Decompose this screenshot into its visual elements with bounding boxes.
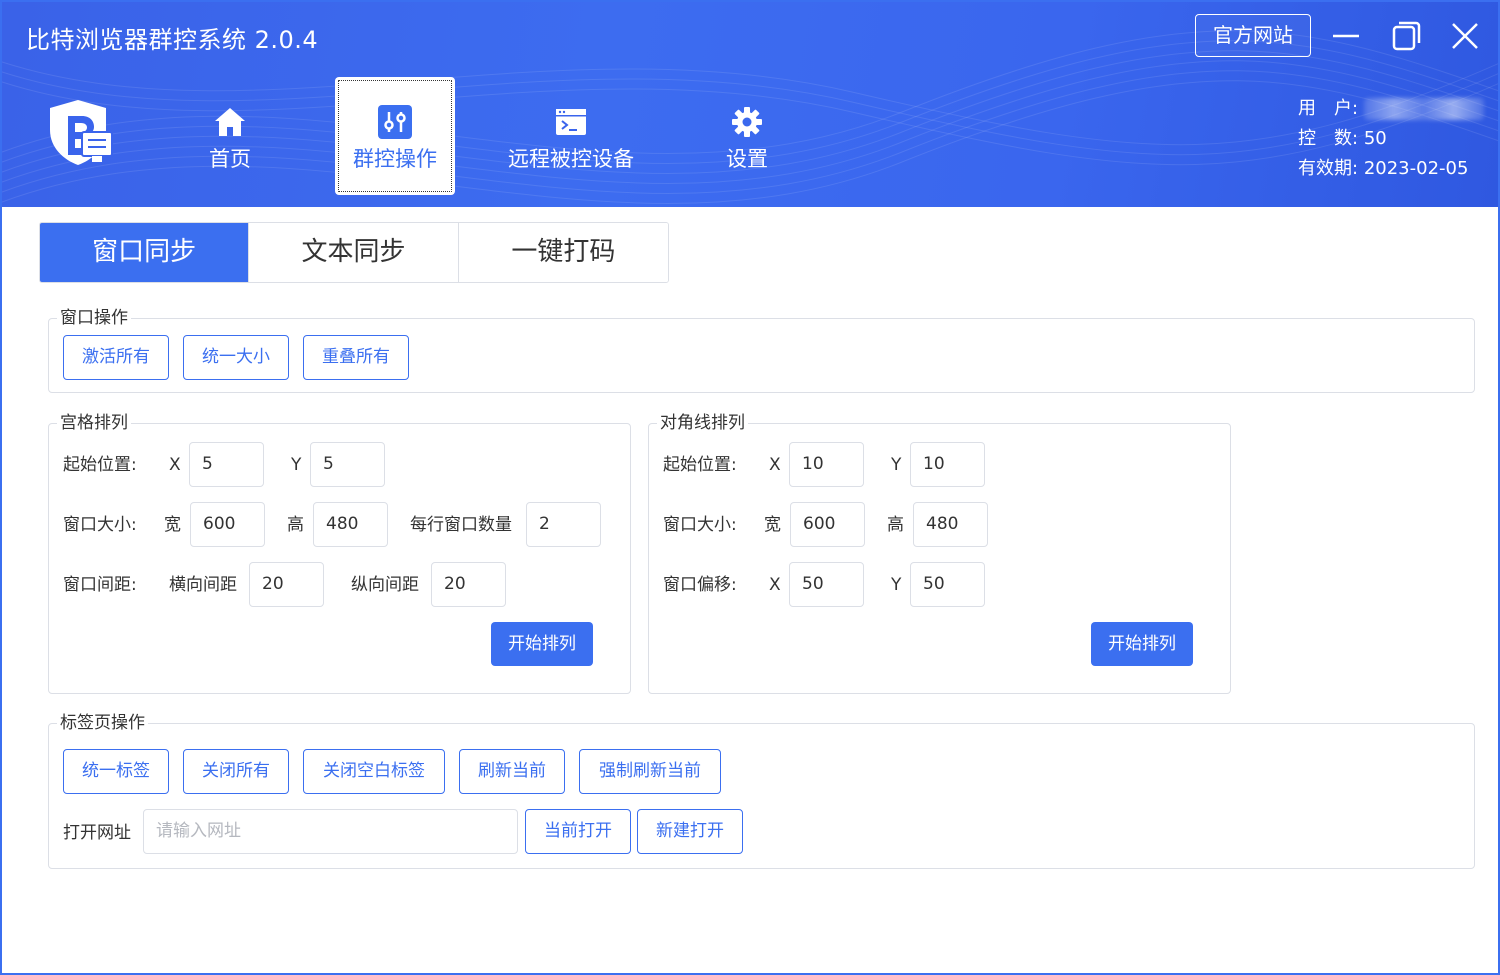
app-window: 比特浏览器群控系统 2.0.4 官方网站 首页 群控操作 远程被控设备 设置 用…	[0, 0, 1500, 975]
nav-group-control[interactable]: 群控操作	[335, 77, 455, 195]
overlap-all-button[interactable]: 重叠所有	[303, 335, 409, 380]
tab-window-sync[interactable]: 窗口同步	[40, 223, 250, 282]
user-info: 用 户: 控 数: 50 有效期: 2023-02-05	[1298, 94, 1484, 184]
grid-y-label: Y	[291, 455, 302, 475]
nav-group-control-label: 群控操作	[353, 147, 437, 171]
sliders-icon	[378, 105, 412, 139]
grid-height-label: 高	[287, 515, 304, 535]
diag-start-x-input[interactable]: 10	[789, 442, 864, 487]
diag-offset-y-label: Y	[891, 575, 902, 595]
grid-size-label: 窗口大小:	[63, 515, 137, 535]
terminal-icon	[556, 109, 586, 135]
grid-height-input[interactable]: 480	[313, 502, 388, 547]
header: 比特浏览器群控系统 2.0.4 官方网站 首页 群控操作 远程被控设备 设置 用…	[2, 2, 1498, 207]
app-title: 比特浏览器群控系统 2.0.4	[26, 26, 319, 54]
diagonal-arrange-title: 对角线排列	[657, 410, 748, 436]
force-refresh-button[interactable]: 强制刷新当前	[579, 749, 721, 794]
grid-width-input[interactable]: 600	[190, 502, 265, 547]
bit-browser-logo	[50, 100, 113, 165]
close-all-tabs-button[interactable]: 关闭所有	[183, 749, 289, 794]
sync-tabs: 窗口同步 文本同步 一键打码	[39, 222, 669, 283]
diag-y-label: Y	[891, 455, 902, 475]
nav-remote-devices-label: 远程被控设备	[508, 147, 634, 171]
expiry-value: 2023-02-05	[1363, 158, 1469, 179]
gear-icon	[732, 107, 762, 137]
diag-start-button[interactable]: 开始排列	[1091, 622, 1193, 666]
url-label: 打开网址	[63, 823, 131, 843]
diag-height-label: 高	[887, 515, 904, 535]
user-label: 用 户:	[1298, 98, 1359, 119]
unify-size-button[interactable]: 统一大小	[183, 335, 289, 380]
grid-per-row-input[interactable]: 2	[526, 502, 601, 547]
nav-settings-label: 设置	[726, 147, 768, 171]
grid-h-gap-input[interactable]: 20	[249, 562, 324, 607]
official-site-button[interactable]: 官方网站	[1195, 14, 1311, 57]
count-label: 控 数:	[1298, 128, 1359, 149]
close-icon[interactable]	[1445, 16, 1485, 56]
diag-offset-x-label: X	[769, 575, 781, 595]
nav-remote-devices[interactable]: 远程被控设备	[496, 77, 646, 195]
grid-arrange-title: 宫格排列	[57, 410, 131, 436]
refresh-current-button[interactable]: 刷新当前	[459, 749, 565, 794]
unify-tabs-button[interactable]: 统一标签	[63, 749, 169, 794]
nav-home-label: 首页	[209, 147, 251, 171]
grid-h-gap-label: 横向间距	[169, 575, 237, 595]
grid-start-x-input[interactable]: 5	[189, 442, 264, 487]
grid-arrange-group: 宫格排列 起始位置: X 5 Y 5 窗口大小: 宽 600 高 480 每行窗…	[48, 410, 631, 694]
tab-captcha[interactable]: 一键打码	[458, 223, 668, 282]
user-name-redacted	[1363, 98, 1484, 120]
diag-offset-y-input[interactable]: 50	[910, 562, 985, 607]
tab-ops-title: 标签页操作	[57, 710, 148, 736]
count-value: 50	[1363, 128, 1387, 149]
close-blank-tabs-button[interactable]: 关闭空白标签	[303, 749, 445, 794]
expiry-row: 有效期: 2023-02-05	[1298, 154, 1484, 184]
nav-home[interactable]: 首页	[190, 77, 270, 195]
grid-start-button[interactable]: 开始排列	[491, 622, 593, 666]
diag-start-y-input[interactable]: 10	[910, 442, 985, 487]
url-input[interactable]: 请输入网址	[143, 809, 518, 854]
diag-offset-x-input[interactable]: 50	[789, 562, 864, 607]
tab-text-sync[interactable]: 文本同步	[249, 223, 459, 282]
window-ops-title: 窗口操作	[57, 305, 131, 331]
open-current-button[interactable]: 当前打开	[525, 809, 631, 854]
diag-width-label: 宽	[764, 515, 781, 535]
grid-gap-label: 窗口间距:	[63, 575, 137, 595]
tab-ops-group: 标签页操作 统一标签 关闭所有 关闭空白标签 刷新当前 强制刷新当前 打开网址 …	[48, 710, 1475, 869]
diag-start-label: 起始位置:	[663, 455, 737, 475]
home-icon	[215, 108, 245, 136]
grid-start-label: 起始位置:	[63, 455, 137, 475]
diag-size-label: 窗口大小:	[663, 515, 737, 535]
expiry-label: 有效期:	[1298, 158, 1359, 179]
window-ops-group: 窗口操作 激活所有 统一大小 重叠所有	[48, 305, 1475, 393]
grid-v-gap-label: 纵向间距	[351, 575, 419, 595]
user-row: 用 户:	[1298, 94, 1484, 124]
open-new-button[interactable]: 新建打开	[637, 809, 743, 854]
diag-x-label: X	[769, 455, 781, 475]
diag-offset-label: 窗口偏移:	[663, 575, 737, 595]
diag-width-input[interactable]: 600	[790, 502, 865, 547]
minimize-icon[interactable]	[1326, 16, 1366, 56]
grid-start-y-input[interactable]: 5	[310, 442, 385, 487]
nav-settings[interactable]: 设置	[707, 77, 787, 195]
diag-height-input[interactable]: 480	[913, 502, 988, 547]
count-row: 控 数: 50	[1298, 124, 1484, 154]
activate-all-button[interactable]: 激活所有	[63, 335, 169, 380]
grid-width-label: 宽	[164, 515, 181, 535]
maximize-icon[interactable]	[1386, 16, 1426, 56]
grid-v-gap-input[interactable]: 20	[431, 562, 506, 607]
grid-x-label: X	[169, 455, 181, 475]
grid-per-row-label: 每行窗口数量	[410, 515, 512, 535]
diagonal-arrange-group: 对角线排列 起始位置: X 10 Y 10 窗口大小: 宽 600 高 480 …	[648, 410, 1231, 694]
